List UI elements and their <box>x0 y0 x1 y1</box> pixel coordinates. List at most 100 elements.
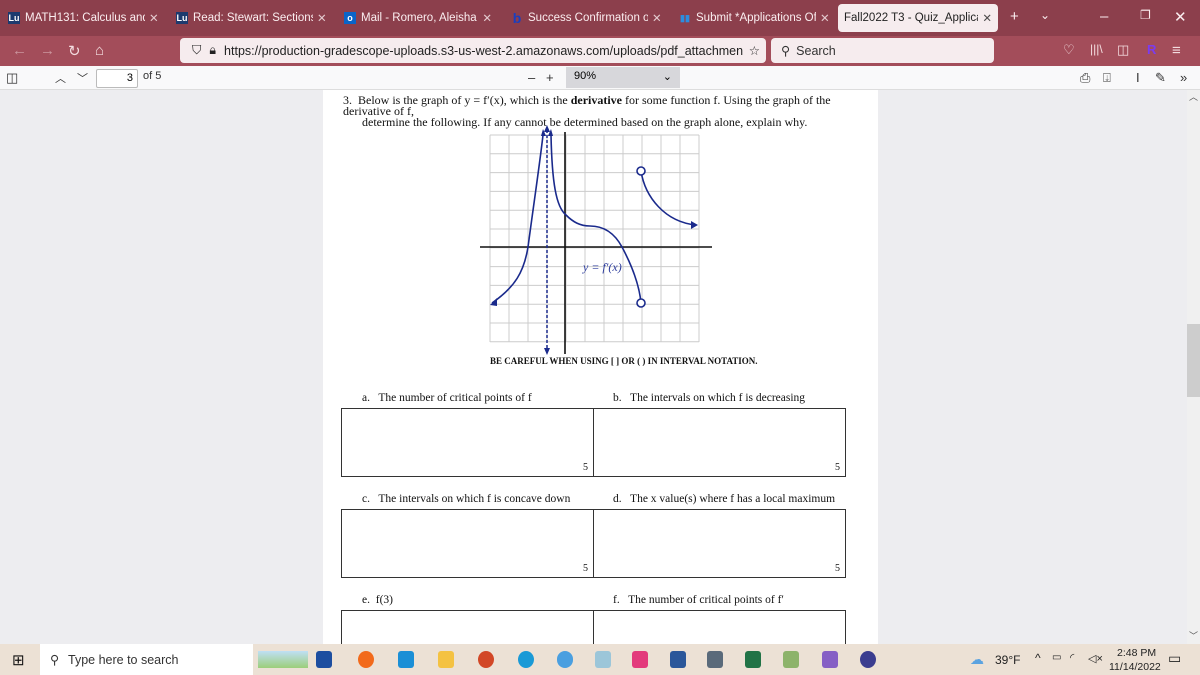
back-icon[interactable]: ← <box>12 42 27 59</box>
scroll-down-icon[interactable]: ﹀ <box>1189 629 1198 642</box>
part-f-label: f. The number of critical points of f′ <box>613 594 784 606</box>
draw-icon[interactable]: ✎ <box>1155 70 1166 86</box>
forward-icon[interactable]: → <box>40 42 55 59</box>
calculator-icon[interactable] <box>707 651 723 668</box>
zoom-in-icon[interactable]: + <box>546 70 554 85</box>
page-number-input[interactable]: 3 <box>96 69 138 88</box>
lu-icon: Lu <box>176 12 188 24</box>
sidebar-toggle-icon[interactable]: ◫ <box>6 70 18 86</box>
more-tools-icon[interactable]: » <box>1180 70 1187 85</box>
tab-math131[interactable]: LuMATH131: Calculus and Analy✕ <box>2 4 167 32</box>
close-tab-icon[interactable]: ✕ <box>149 11 159 25</box>
windows-start-icon[interactable]: ⊞ <box>12 651 25 669</box>
zoom-select[interactable]: 90% ⌄ <box>566 67 680 88</box>
paint-icon[interactable] <box>783 651 799 668</box>
edge-icon[interactable] <box>518 651 534 668</box>
bing-icon: b <box>512 10 522 26</box>
search-icon: ⚲ <box>781 44 791 58</box>
answer-box-d[interactable]: 5 <box>593 509 846 578</box>
word-icon[interactable] <box>670 651 686 668</box>
graph-label: y = f′(x) <box>583 260 622 274</box>
scroll-up-icon[interactable]: ︿ <box>1189 90 1198 103</box>
save-icon[interactable]: ⍗ <box>1103 70 1111 86</box>
list-tabs-icon[interactable]: ⌄ <box>1040 8 1050 22</box>
sidebar-icon[interactable]: ◫ <box>1117 42 1129 58</box>
tab-mail[interactable]: oMail - Romero, Aleisha Noel✕ <box>338 4 498 32</box>
interval-warning: BE CAREFUL WHEN USING [ ] OR ( ) IN INTE… <box>490 356 758 366</box>
search-highlight-image <box>258 651 308 668</box>
eclipse-icon[interactable] <box>860 651 876 668</box>
text-tool-icon[interactable]: I <box>1136 70 1140 85</box>
address-bar[interactable]: ⛉ 🔒︎ https://production-gradescope-uploa… <box>180 38 766 63</box>
bar-chart-icon: ▮▮ <box>680 12 690 23</box>
microsoft-store-icon[interactable] <box>316 651 332 668</box>
next-page-icon[interactable]: ﹀ <box>77 70 88 86</box>
lock-icon: 🔒︎ <box>209 43 217 57</box>
previous-page-icon[interactable]: ︿ <box>55 70 66 86</box>
part-b-label: b. The intervals on which f is decreasin… <box>613 392 806 404</box>
print-icon[interactable]: ⎙ <box>1080 70 1090 86</box>
wifi-icon[interactable]: ◜ <box>1070 651 1074 664</box>
bookmark-star-icon[interactable]: ☆ <box>742 43 766 58</box>
part-c-label: c. The intervals on which f is concave d… <box>362 493 571 505</box>
search-icon: ⚲ <box>50 653 60 667</box>
powerpoint-icon[interactable] <box>478 651 494 668</box>
volume-muted-icon[interactable]: ◁× <box>1088 652 1103 665</box>
answer-box-c[interactable]: 5 <box>341 509 594 578</box>
library-icon[interactable]: |||\ <box>1090 42 1103 56</box>
mail-icon[interactable] <box>398 651 414 668</box>
show-hidden-icons-icon[interactable]: ^ <box>1035 651 1041 665</box>
battery-icon[interactable]: ▭ <box>1052 652 1061 663</box>
close-tab-icon[interactable]: ✕ <box>652 11 662 25</box>
close-tab-icon[interactable]: ✕ <box>820 11 830 25</box>
chevron-down-icon: ⌄ <box>662 71 672 83</box>
reload-icon[interactable]: ↻ <box>68 42 81 60</box>
answer-box-e[interactable] <box>341 610 594 644</box>
lu-icon: Lu <box>8 12 20 24</box>
app-icon[interactable] <box>557 651 573 668</box>
asymptote-arrow-up <box>544 125 550 132</box>
part-a-label: a. The number of critical points of f <box>362 392 532 404</box>
answer-box-f[interactable] <box>593 610 846 644</box>
open-circle <box>636 298 646 308</box>
notifications-icon[interactable]: ▭ <box>1168 650 1181 667</box>
grid <box>489 134 700 343</box>
derivative-graph <box>480 125 712 355</box>
new-tab-icon[interactable]: + <box>1010 8 1019 25</box>
scrollbar[interactable]: ︿ ﹀ <box>1187 90 1200 644</box>
answer-box-b[interactable]: 5 <box>593 408 846 477</box>
minimize-icon[interactable]: – <box>1100 8 1108 25</box>
outlook-icon: o <box>344 12 356 24</box>
home-icon[interactable]: ⌂ <box>95 42 104 59</box>
firefox-icon[interactable] <box>358 651 374 668</box>
close-tab-icon[interactable]: ✕ <box>317 11 327 25</box>
close-window-icon[interactable]: ✕ <box>1174 8 1187 26</box>
close-tab-icon[interactable]: ✕ <box>982 11 992 25</box>
shield-icon[interactable]: ⛉ <box>192 43 201 58</box>
arrowhead <box>490 298 497 306</box>
tab-submit-applications[interactable]: ▮▮Submit *Applications Of Deri✕ <box>673 4 838 32</box>
extension-icon[interactable]: R <box>1147 42 1156 57</box>
part-e-label: e. f(3) <box>362 594 393 606</box>
weather-icon[interactable]: ☁ <box>970 651 984 668</box>
restore-icon[interactable]: ❐ <box>1140 8 1151 22</box>
visual-studio-icon[interactable] <box>822 651 838 668</box>
menu-icon[interactable]: ≡ <box>1172 42 1181 59</box>
tab-fall2022-quiz[interactable]: Fall2022 T3 - Quiz_Application_of✕ <box>838 4 998 32</box>
notes-icon[interactable] <box>595 651 611 668</box>
part-d-label: d. The x value(s) where f has a local ma… <box>613 493 836 505</box>
close-tab-icon[interactable]: ✕ <box>482 11 492 25</box>
creative-cloud-icon[interactable] <box>632 651 648 668</box>
taskbar-search-input[interactable]: ⚲ Type here to search <box>40 644 253 675</box>
scrollbar-thumb[interactable] <box>1187 324 1200 397</box>
tab-read-stewart[interactable]: LuRead: Stewart: Sections 5.1 –✕ <box>170 4 335 32</box>
asymptote-arrow-down <box>544 348 550 355</box>
search-input[interactable]: ⚲ Search <box>771 38 994 63</box>
excel-icon[interactable] <box>745 651 761 668</box>
tab-bar: LuMATH131: Calculus and Analy✕ LuRead: S… <box>0 0 1200 36</box>
pocket-icon[interactable]: ♡ <box>1063 42 1075 58</box>
zoom-out-icon[interactable]: – <box>528 70 535 85</box>
answer-box-a[interactable]: 5 <box>341 408 594 477</box>
tab-success-confirmation[interactable]: bSuccess Confirmation of Ques✕ <box>505 4 670 32</box>
file-explorer-icon[interactable] <box>438 651 454 668</box>
